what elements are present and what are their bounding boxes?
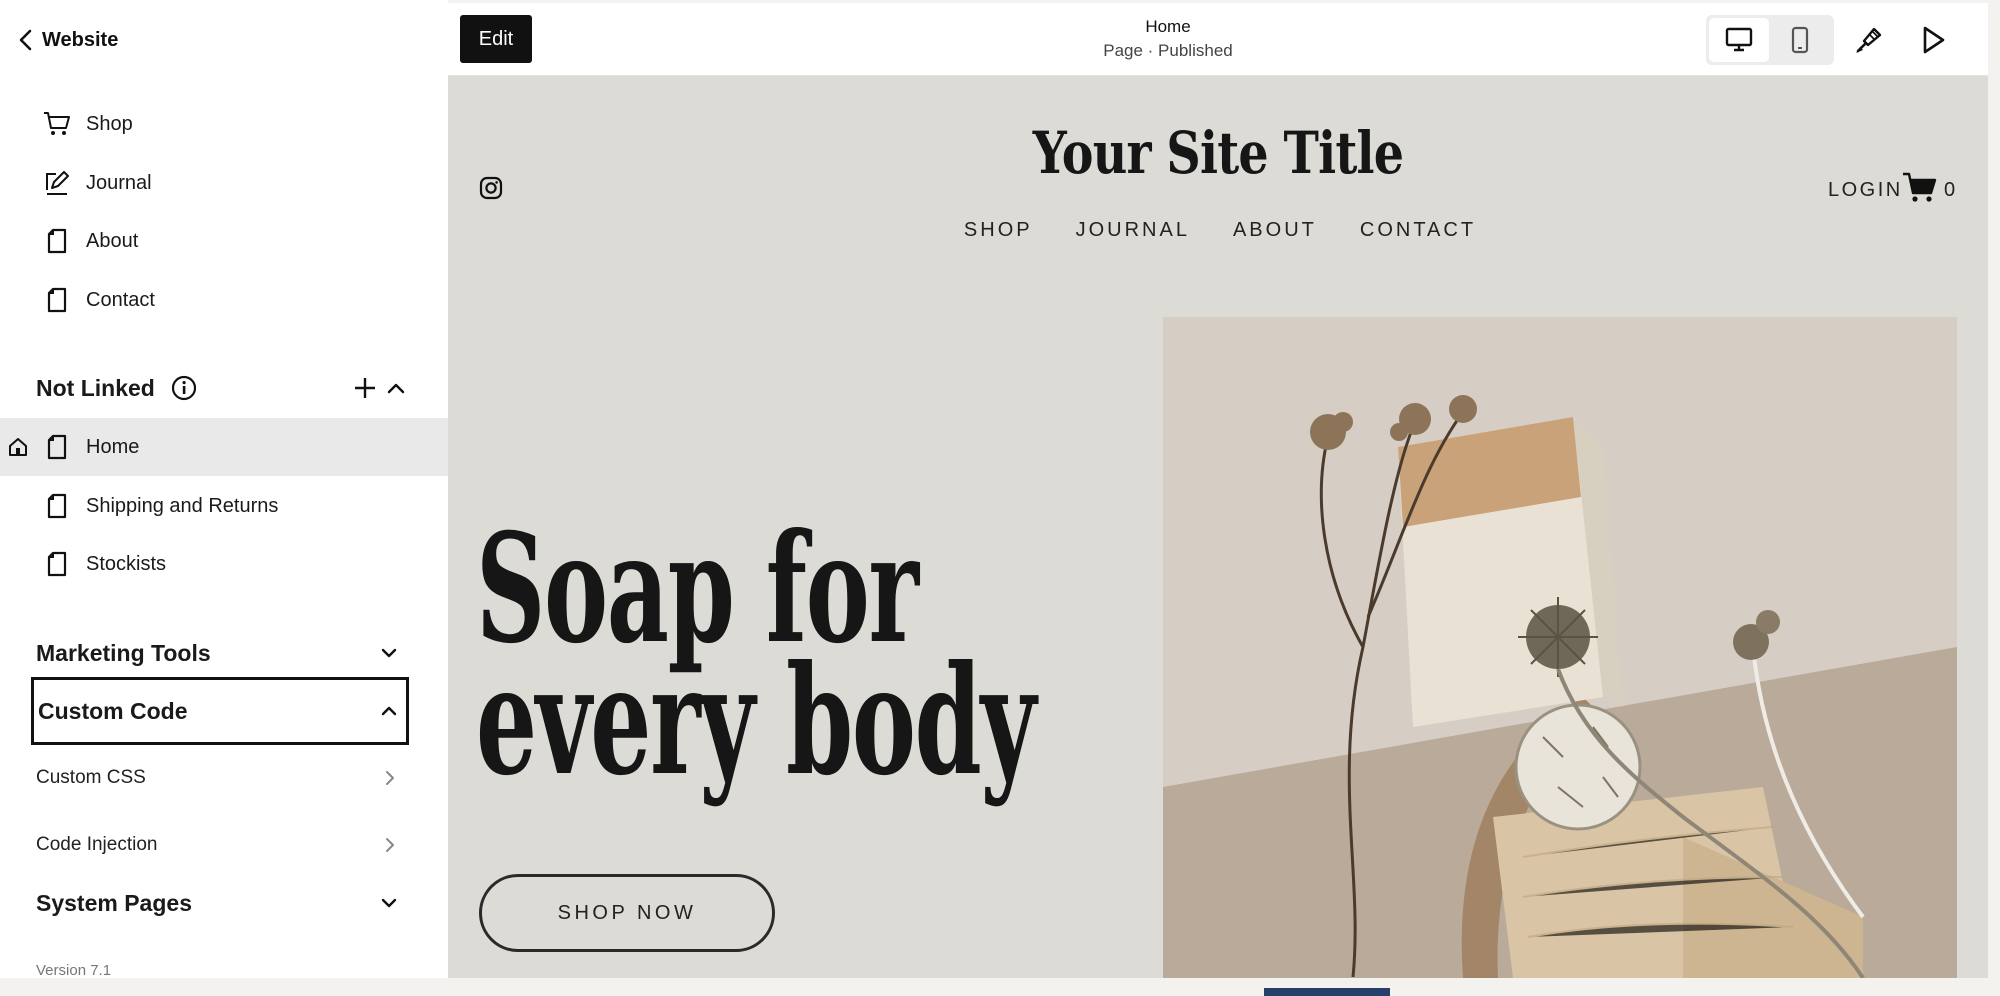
hero-image bbox=[1163, 317, 1957, 978]
section-title: Marketing Tools bbox=[36, 639, 211, 666]
site-nav-journal[interactable]: JOURNAL bbox=[1076, 219, 1190, 242]
nav-item-shop[interactable]: Shop bbox=[0, 95, 448, 153]
site-navigation: SHOP JOURNAL ABOUT CONTACT bbox=[448, 219, 1988, 242]
play-preview-icon[interactable] bbox=[1916, 23, 1950, 57]
nav-item-home[interactable]: Home bbox=[0, 418, 448, 476]
page-name: Home bbox=[1145, 17, 1191, 36]
nav-item-label: About bbox=[86, 229, 139, 252]
sub-item-label: Custom CSS bbox=[36, 767, 146, 788]
homepage-icon bbox=[9, 438, 27, 456]
section-title: Not Linked bbox=[36, 374, 155, 401]
bottom-handle bbox=[1264, 988, 1390, 996]
nav-item-journal[interactable]: Journal bbox=[0, 154, 448, 212]
chevron-left-icon bbox=[19, 29, 32, 51]
chevron-right-icon bbox=[386, 771, 394, 785]
chevron-down-icon bbox=[381, 898, 397, 908]
page-info: Home Page · Published bbox=[1068, 17, 1268, 61]
chevron-right-icon bbox=[386, 838, 394, 852]
page-icon bbox=[42, 286, 72, 314]
sub-item-label: Code Injection bbox=[36, 834, 158, 855]
edit-button[interactable]: Edit bbox=[460, 15, 532, 63]
login-link[interactable]: LOGIN bbox=[1828, 179, 1903, 202]
section-title: System Pages bbox=[36, 889, 192, 916]
nav-item-contact[interactable]: Contact bbox=[0, 271, 448, 329]
shop-now-button[interactable]: SHOP NOW bbox=[479, 874, 775, 952]
custom-code-header[interactable]: Custom Code bbox=[31, 677, 409, 745]
editor-toolbar: Edit Home Page · Published bbox=[448, 3, 1988, 76]
page-status: Page · Published bbox=[1103, 41, 1233, 60]
add-page-icon[interactable] bbox=[352, 375, 378, 401]
chevron-up-icon[interactable] bbox=[384, 376, 408, 400]
page-icon bbox=[42, 227, 72, 255]
back-label: Website bbox=[42, 28, 119, 51]
custom-css-link[interactable]: Custom CSS bbox=[36, 758, 408, 798]
cart-icon bbox=[42, 110, 72, 138]
nav-item-shipping-and-returns[interactable]: Shipping and Returns bbox=[0, 477, 448, 535]
mobile-view-button[interactable] bbox=[1770, 18, 1830, 62]
desktop-view-button[interactable] bbox=[1709, 18, 1769, 62]
marketing-tools-header[interactable]: Marketing Tools bbox=[36, 630, 408, 676]
info-icon[interactable] bbox=[171, 375, 197, 401]
back-to-website-button[interactable]: Website bbox=[16, 24, 118, 56]
nav-item-label: Shop bbox=[86, 112, 133, 135]
site-preview: Edit Home Page · Published Your Site Tit… bbox=[448, 3, 1988, 978]
cart-count: 0 bbox=[1944, 179, 1956, 201]
system-pages-header[interactable]: System Pages bbox=[36, 880, 408, 926]
device-view-toggle bbox=[1706, 15, 1834, 65]
blog-icon bbox=[42, 169, 72, 197]
mobile-icon bbox=[1791, 26, 1809, 54]
nav-item-about[interactable]: About bbox=[0, 212, 448, 270]
nav-item-label: Stockists bbox=[86, 552, 167, 575]
brush-icon[interactable] bbox=[1852, 23, 1886, 57]
hero-heading-line: every body bbox=[476, 633, 1036, 809]
section-title: Custom Code bbox=[38, 697, 188, 724]
site-nav-about[interactable]: ABOUT bbox=[1233, 219, 1317, 242]
chevron-down-icon bbox=[381, 648, 397, 658]
desktop-icon bbox=[1725, 27, 1753, 52]
page-icon bbox=[42, 433, 72, 461]
instagram-icon[interactable] bbox=[478, 175, 504, 201]
page-icon bbox=[42, 492, 72, 520]
version-label: Version 7.1 bbox=[36, 962, 112, 979]
nav-item-label: Home bbox=[86, 435, 140, 458]
nav-item-label: Contact bbox=[86, 288, 155, 311]
cart-icon[interactable] bbox=[1902, 171, 1938, 205]
nav-item-label: Shipping and Returns bbox=[86, 494, 279, 517]
code-injection-link[interactable]: Code Injection bbox=[36, 825, 408, 865]
hero-heading: Soap for every body bbox=[476, 514, 1036, 809]
site-nav-contact[interactable]: CONTACT bbox=[1360, 219, 1476, 242]
chevron-up-icon bbox=[381, 706, 397, 716]
page-icon bbox=[42, 550, 72, 578]
site-title[interactable]: Your Site Title bbox=[587, 119, 1850, 187]
site-nav-shop[interactable]: SHOP bbox=[964, 219, 1033, 242]
pages-panel: Website Shop Journal About Contact Not L… bbox=[0, 0, 448, 979]
not-linked-header: Not Linked bbox=[36, 365, 408, 411]
nav-item-label: Journal bbox=[86, 171, 152, 194]
nav-item-stockists[interactable]: Stockists bbox=[0, 535, 448, 593]
